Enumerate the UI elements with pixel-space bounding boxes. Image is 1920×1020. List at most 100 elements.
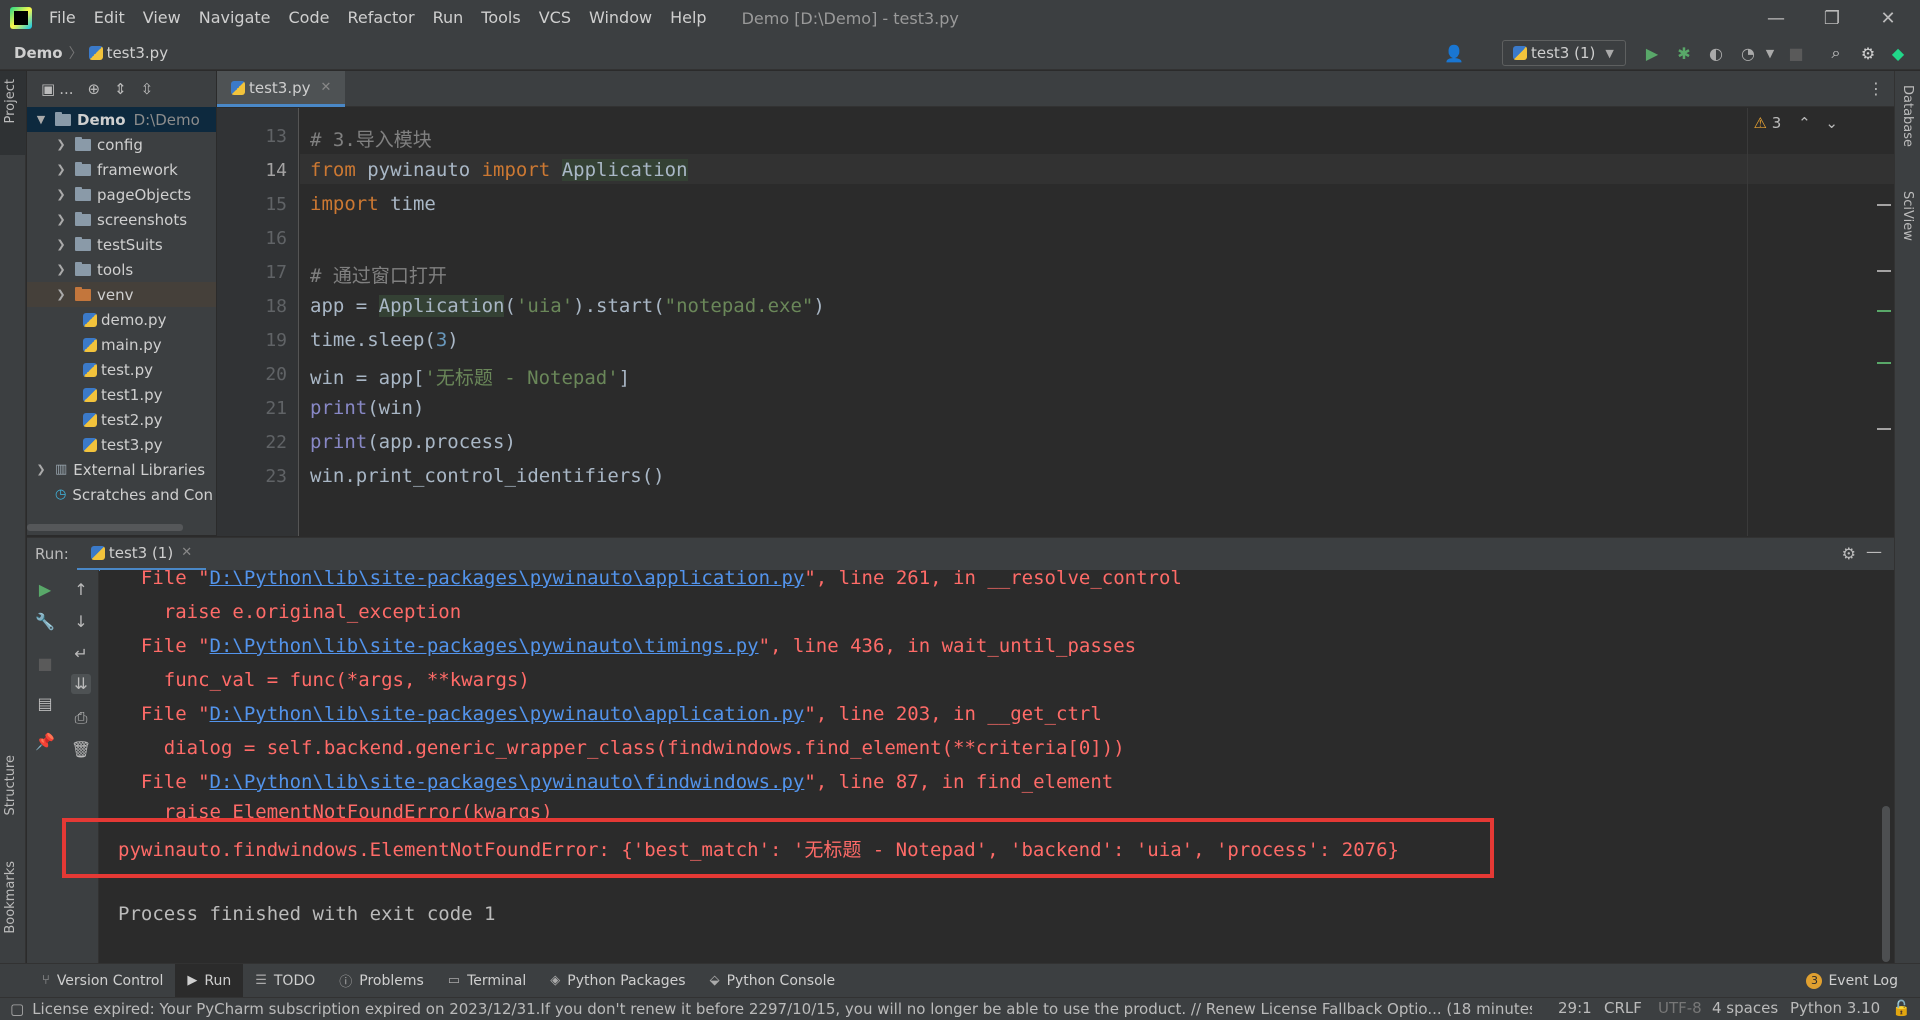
tool-todo[interactable]: ☰ TODO — [243, 964, 327, 998]
menu-navigate[interactable]: Navigate — [190, 0, 280, 36]
console-vertical-scrollbar[interactable] — [1882, 806, 1890, 962]
rerun-icon[interactable]: ▶ — [35, 580, 55, 600]
error-stripe-mark[interactable] — [1877, 204, 1891, 206]
breadcrumb-file[interactable]: test3.py — [107, 44, 169, 62]
tab-test3-py[interactable]: test3.py ✕ — [217, 71, 345, 107]
stop-icon[interactable]: ■ — [1786, 43, 1806, 63]
menu-tools[interactable]: Tools — [472, 0, 529, 36]
locate-icon[interactable]: ⊕ — [88, 80, 101, 98]
console-file-link[interactable]: D:\Python\lib\site-packages\pywinauto\ap… — [210, 570, 805, 589]
menu-view[interactable]: View — [134, 0, 190, 36]
edit-config-wrench-icon[interactable]: 🔧 — [35, 612, 55, 632]
jetbrains-space-icon[interactable]: ◆ — [1888, 43, 1908, 63]
settings-gear-icon[interactable]: ⚙ — [1858, 43, 1878, 63]
console-file-link[interactable]: D:\Python\lib\site-packages\pywinauto\ap… — [210, 703, 805, 725]
database-stripe-label[interactable]: Database — [1900, 85, 1915, 147]
restore-button[interactable]: ❐ — [1804, 0, 1860, 36]
bookmarks-stripe-label[interactable]: Bookmarks — [3, 861, 18, 934]
user-icon[interactable]: 👤 — [1444, 43, 1464, 63]
up-stack-icon[interactable]: ↑ — [71, 580, 91, 600]
project-view-icon[interactable]: ▣ — [41, 80, 55, 98]
run-settings-gear-icon[interactable]: ⚙ — [1842, 544, 1856, 563]
menu-edit[interactable]: Edit — [85, 0, 134, 36]
menu-window[interactable]: Window — [580, 0, 661, 36]
hide-panel-icon[interactable]: — — [1866, 542, 1882, 561]
error-stripe-mark[interactable] — [1877, 428, 1891, 430]
print-icon[interactable]: ⎙ — [71, 708, 91, 728]
console-file-link[interactable]: D:\Python\lib\site-packages\pywinauto\ti… — [210, 635, 759, 657]
code-editor[interactable]: 13 14 15 16 17 18 19 20 21 22 23 # 3.导入模… — [217, 108, 1894, 536]
tool-python-packages[interactable]: ◈ Python Packages — [538, 964, 697, 998]
menu-code[interactable]: Code — [280, 0, 339, 36]
coverage-icon[interactable]: ◐ — [1706, 43, 1726, 63]
collapse-all-icon[interactable]: ⇳ — [141, 80, 154, 98]
inspection-widget[interactable]: ⚠ 3 ⌃ ⌄ — [1754, 114, 1839, 132]
tool-problems[interactable]: ⓘ Problems — [327, 964, 436, 998]
status-message[interactable]: License expired: Your PyCharm subscripti… — [32, 1000, 1532, 1018]
status-indent[interactable]: 4 spaces — [1712, 999, 1778, 1017]
pin-tab-icon[interactable]: 📌 — [35, 732, 55, 752]
tree-file-main[interactable]: main.py — [27, 332, 216, 357]
tree-external-libraries[interactable]: ❯ ▥ External Libraries — [27, 457, 216, 482]
status-line-separator[interactable]: CRLF — [1604, 999, 1642, 1017]
minimize-button[interactable]: — — [1748, 0, 1804, 36]
tool-terminal[interactable]: ▭ Terminal — [436, 964, 538, 998]
profile-icon[interactable]: ◔ — [1738, 43, 1758, 63]
tree-file-test3[interactable]: test3.py — [27, 432, 216, 457]
run-icon[interactable]: ▶ — [1642, 43, 1662, 63]
run-console[interactable]: File "D:\Python\lib\site-packages\pywina… — [100, 570, 1894, 963]
tool-version-control[interactable]: ⑂ Version Control — [30, 964, 175, 998]
tree-file-test1[interactable]: test1.py — [27, 382, 216, 407]
tree-folder-framework[interactable]: ❯ framework — [27, 157, 216, 182]
error-stripe-mark[interactable] — [1877, 310, 1891, 312]
soft-wrap-icon[interactable]: ↵ — [71, 644, 91, 664]
tree-file-demo[interactable]: demo.py — [27, 307, 216, 332]
breadcrumb-project[interactable]: Demo — [14, 44, 63, 62]
status-caret-position[interactable]: 29:1 — [1558, 999, 1592, 1017]
console-file-link[interactable]: D:\Python\lib\site-packages\pywinauto\fi… — [210, 771, 805, 793]
tree-folder-screenshots[interactable]: ❯ screenshots — [27, 207, 216, 232]
tool-python-console[interactable]: ⬙ Python Console — [698, 964, 848, 998]
tree-file-test[interactable]: test.py — [27, 357, 216, 382]
tree-file-test2[interactable]: test2.py — [27, 407, 216, 432]
tree-folder-testsuits[interactable]: ❯ testSuits — [27, 232, 216, 257]
next-highlight-icon[interactable]: ⌄ — [1825, 114, 1838, 132]
status-encoding[interactable]: UTF-8 — [1658, 999, 1702, 1017]
tree-folder-pageobjects[interactable]: ❯ pageObjects — [27, 182, 216, 207]
project-tool-button[interactable]: Project — [0, 71, 26, 155]
previous-highlight-icon[interactable]: ⌃ — [1798, 114, 1811, 132]
tab-options-icon[interactable]: ⋮ — [1868, 79, 1884, 98]
layout-icon[interactable]: ▤ — [35, 694, 55, 714]
lock-icon[interactable]: 🔓 — [1892, 999, 1911, 1017]
search-icon[interactable]: ⌕ — [1826, 43, 1846, 63]
tool-run[interactable]: ▶ Run — [175, 963, 244, 998]
sciview-stripe-label[interactable]: SciView — [1900, 191, 1915, 241]
run-configuration-select[interactable]: test3 (1) ▼ — [1502, 40, 1626, 66]
panel-toggle-icon[interactable]: ▢ — [10, 1000, 24, 1018]
stop-run-icon[interactable]: ■ — [35, 654, 55, 674]
tree-folder-config[interactable]: ❯ config — [27, 132, 216, 157]
down-stack-icon[interactable]: ↓ — [71, 612, 91, 632]
status-interpreter[interactable]: Python 3.10 — [1790, 999, 1880, 1017]
close-tab-icon[interactable]: ✕ — [321, 80, 332, 95]
menu-vcs[interactable]: VCS — [530, 0, 580, 36]
debug-icon[interactable]: ✱ — [1674, 43, 1694, 63]
project-horizontal-scrollbar[interactable] — [27, 524, 183, 531]
structure-stripe-label[interactable]: Structure — [3, 755, 18, 815]
menu-run[interactable]: Run — [424, 0, 473, 36]
tool-event-log[interactable]: 3 Event Log — [1794, 964, 1910, 998]
expand-all-icon[interactable]: ⇕ — [114, 80, 127, 98]
run-tab-test3[interactable]: test3 (1) ✕ — [76, 538, 207, 571]
clear-trash-icon[interactable]: 🗑 — [71, 740, 91, 760]
tree-folder-tools[interactable]: ❯ tools — [27, 257, 216, 282]
menu-file[interactable]: File — [40, 0, 85, 36]
menu-refactor[interactable]: Refactor — [338, 0, 423, 36]
project-view-dropdown[interactable]: ... — [59, 80, 73, 98]
error-stripe-mark[interactable] — [1877, 362, 1891, 364]
error-stripe-mark[interactable] — [1877, 270, 1891, 272]
tree-folder-venv[interactable]: ❯ venv — [27, 282, 216, 307]
menu-help[interactable]: Help — [661, 0, 715, 36]
scroll-to-end-icon[interactable]: ⇊ — [71, 674, 91, 694]
tree-scratches[interactable]: ◷ Scratches and Con — [27, 482, 216, 507]
close-run-tab-icon[interactable]: ✕ — [181, 545, 192, 560]
